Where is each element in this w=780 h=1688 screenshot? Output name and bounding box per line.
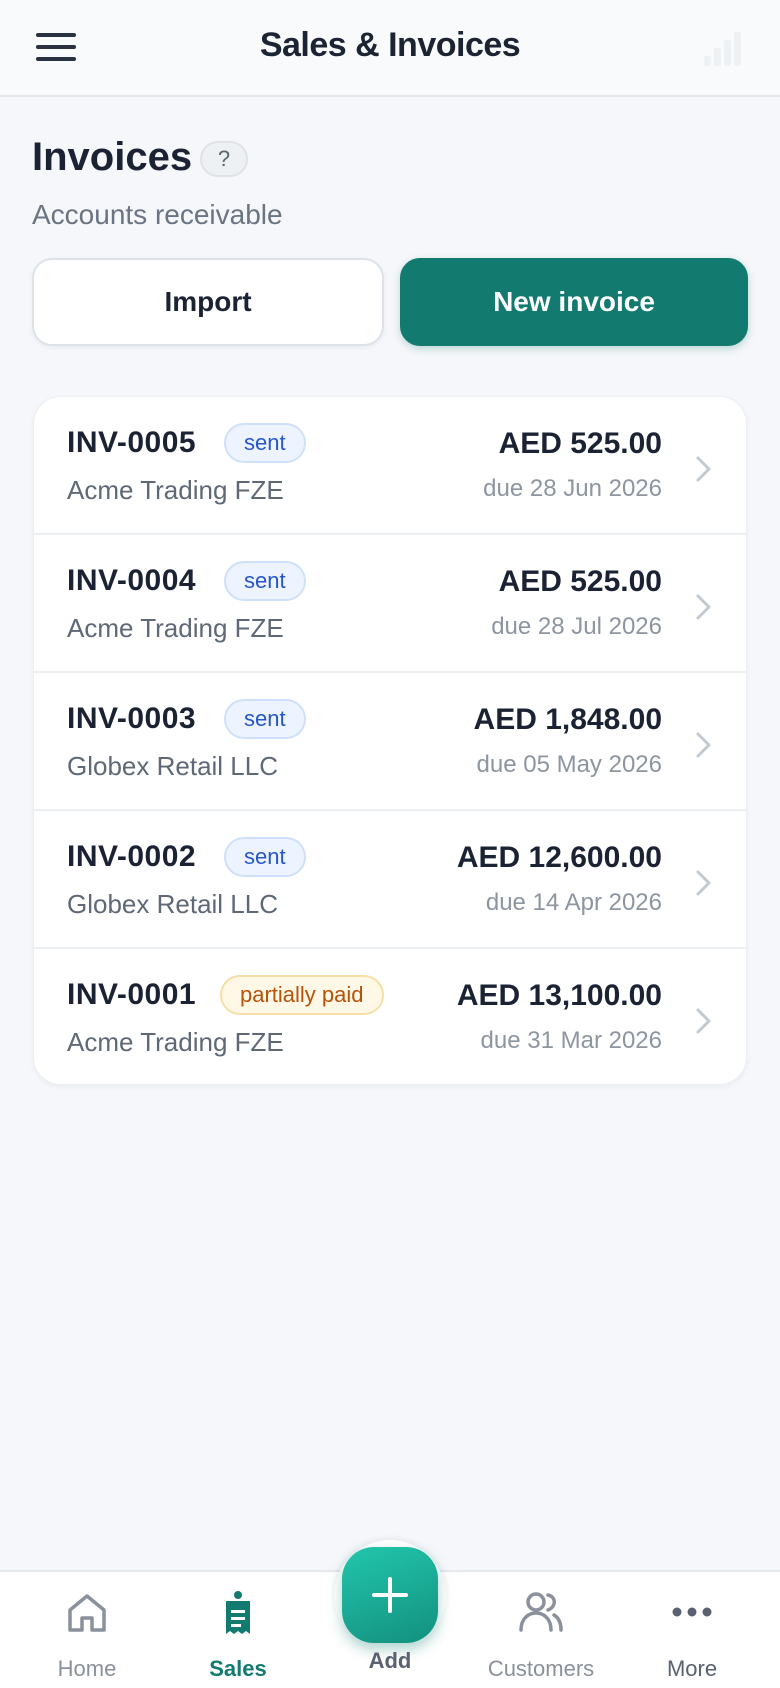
nav-more-label: More: [666, 1656, 718, 1681]
invoice-amount: AED 1,848.00: [473, 703, 662, 736]
invoice-number: INV-0004: [67, 564, 197, 597]
invoice-list: INV-0005 sent Acme Trading FZE AED 525.0…: [33, 396, 747, 1085]
page-subtitle: Accounts receivable: [32, 199, 283, 230]
nav-home-label: Home: [57, 1656, 117, 1681]
app-title: Sales & Invoices: [259, 26, 521, 64]
customer-name: Acme Trading FZE: [67, 613, 284, 643]
invoice-number: INV-0005: [67, 426, 197, 459]
invoice-amount: AED 525.00: [498, 427, 662, 460]
due-date: due 28 Jul 2026: [491, 613, 662, 640]
due-date: due 05 May 2026: [476, 751, 662, 778]
invoice-amount: AED 12,600.00: [456, 841, 662, 874]
home-icon: [68, 1594, 106, 1632]
more-dots-icon: [672, 1607, 712, 1617]
invoice-row[interactable]: INV-0003 sent Globex Retail LLC AED 1,84…: [34, 673, 746, 811]
new-invoice-button[interactable]: New invoice: [400, 258, 748, 346]
app-header: Sales & Invoices: [0, 0, 780, 97]
customer-name: Acme Trading FZE: [67, 1027, 284, 1057]
due-date: due 14 Apr 2026: [485, 889, 662, 916]
chevron-right-icon: [696, 594, 711, 620]
nav-customers-label: Customers: [487, 1656, 595, 1681]
customer-name: Globex Retail LLC: [67, 889, 278, 919]
status-badge: sent: [224, 423, 306, 463]
status-badge: sent: [224, 837, 306, 877]
nav-customers[interactable]: Customers: [466, 1572, 616, 1688]
customer-name: Globex Retail LLC: [67, 751, 278, 781]
chevron-right-icon: [696, 732, 711, 758]
plus-icon: [372, 1577, 408, 1613]
page-title: Invoices: [32, 135, 193, 179]
customer-name: Acme Trading FZE: [67, 475, 284, 505]
due-date: due 28 Jun 2026: [483, 475, 662, 502]
nav-sales[interactable]: Sales: [163, 1572, 313, 1688]
invoice-row[interactable]: INV-0001 partially paid Acme Trading FZE…: [34, 949, 746, 1084]
chevron-right-icon: [696, 456, 711, 482]
status-badge: sent: [224, 699, 306, 739]
nav-more[interactable]: More: [617, 1572, 767, 1688]
chevron-right-icon: [696, 870, 711, 896]
invoice-row[interactable]: INV-0004 sent Acme Trading FZE AED 525.0…: [34, 535, 746, 673]
receipt-icon: [226, 1591, 250, 1634]
invoice-number: INV-0003: [67, 702, 197, 735]
signal-icon: [704, 30, 744, 66]
status-badge: partially paid: [220, 975, 384, 1015]
chevron-right-icon: [696, 1008, 711, 1034]
invoice-number: INV-0002: [67, 840, 197, 873]
nav-sales-label: Sales: [209, 1656, 267, 1681]
invoice-row[interactable]: INV-0005 sent Acme Trading FZE AED 525.0…: [34, 397, 746, 535]
invoice-number: INV-0001: [67, 978, 197, 1011]
due-date: due 31 Mar 2026: [480, 1027, 662, 1054]
invoice-row[interactable]: INV-0002 sent Globex Retail LLC AED 12,6…: [34, 811, 746, 949]
help-button[interactable]: ?: [200, 141, 248, 177]
invoice-amount: AED 525.00: [498, 565, 662, 598]
customers-icon: [519, 1592, 563, 1632]
add-button[interactable]: [342, 1547, 438, 1643]
import-button[interactable]: Import: [32, 258, 384, 346]
nav-add-label: Add: [368, 1648, 412, 1673]
nav-home[interactable]: Home: [12, 1572, 162, 1688]
invoice-amount: AED 13,100.00: [456, 979, 662, 1012]
status-badge: sent: [224, 561, 306, 601]
